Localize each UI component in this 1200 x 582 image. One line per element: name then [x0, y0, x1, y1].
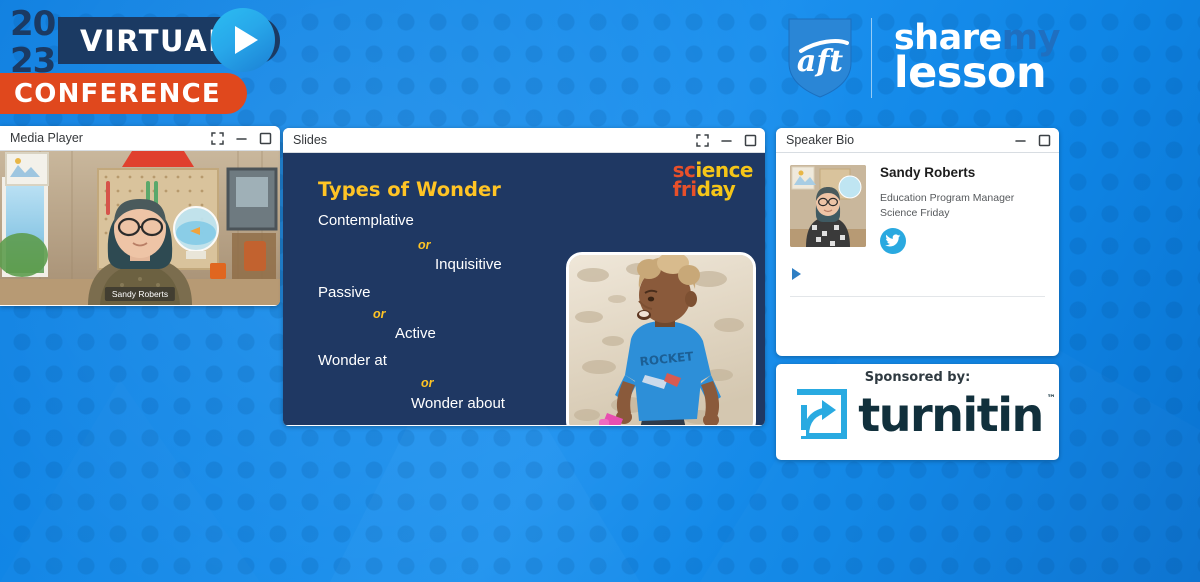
speaker-name: Sandy Roberts	[880, 165, 976, 180]
minimize-icon[interactable]	[235, 132, 248, 145]
slide-canvas[interactable]: Types of Wonder science friday Contempla…	[283, 153, 765, 425]
wonder-type-list: Contemplative or Inquisitive Passive or …	[283, 213, 553, 419]
conference-stage: 20 23 VIRTUAL CONFERENCE aft sharemy les…	[0, 0, 1200, 582]
wonder-right: Active	[395, 325, 436, 342]
play-icon[interactable]	[792, 268, 801, 280]
play-triangle-shape	[235, 26, 258, 54]
slides-title: Slides	[293, 133, 328, 147]
media-player-title: Media Player	[10, 131, 83, 145]
sponsored-by-label: Sponsored by:	[864, 370, 971, 385]
wonder-left: Contemplative	[318, 212, 414, 229]
wonder-conj: or	[421, 376, 434, 390]
conference-pill: CONFERENCE	[0, 73, 247, 114]
slides-titlebar: Slides	[283, 128, 765, 153]
turnitin-arrow-icon	[797, 389, 848, 439]
minimize-icon[interactable]	[1014, 134, 1027, 147]
trademark-symbol: ™	[1046, 394, 1056, 404]
child-on-sand-photo: ROCKET	[566, 252, 756, 425]
sf-day: day	[696, 177, 736, 201]
speaker-bio-title: Speaker Bio	[786, 133, 855, 147]
speaker-bio-panel: Speaker Bio Sandy Roberts Education Prog…	[776, 128, 1059, 356]
wonder-left: Passive	[318, 284, 371, 301]
speaker-bio-divider	[790, 296, 1045, 297]
conference-label: CONFERENCE	[14, 78, 221, 109]
speaker-avatar	[790, 165, 866, 247]
turnitin-text: turnitin	[858, 388, 1044, 442]
media-player-panel: Media Player Sandy Roberts	[0, 126, 280, 306]
speaker-bio-window-controls	[1014, 134, 1051, 147]
slides-window-controls	[696, 133, 757, 147]
minimize-icon[interactable]	[720, 134, 733, 147]
slide-heading: Types of Wonder	[318, 178, 501, 201]
share-my-lesson-logo: sharemy lesson	[893, 21, 1061, 99]
wonder-pair: Passive or Active	[283, 285, 553, 353]
speaker-bio-titlebar: Speaker Bio	[776, 128, 1059, 153]
fullscreen-icon[interactable]	[211, 131, 224, 145]
video-name-label: Sandy Roberts	[104, 287, 176, 301]
header-banner: 20 23 VIRTUAL CONFERENCE aft sharemy les…	[0, 0, 1200, 118]
sf-fri: fri	[672, 177, 697, 201]
maximize-icon[interactable]	[1038, 134, 1051, 147]
sponsor-panel: Sponsored by: turnitin ™	[776, 364, 1059, 460]
speaker-bio-text: Sandy Roberts Education Program Manager …	[880, 165, 1015, 255]
media-player-titlebar: Media Player	[0, 126, 280, 151]
speaker-organization: Science Friday	[880, 207, 950, 220]
wonder-left: Wonder at	[318, 352, 387, 369]
virtual-label: VIRTUAL	[80, 23, 229, 58]
fullscreen-icon[interactable]	[696, 133, 709, 147]
twitter-icon[interactable]	[880, 228, 906, 255]
maximize-icon[interactable]	[259, 132, 272, 145]
media-player-video[interactable]: Sandy Roberts	[0, 151, 280, 305]
turnitin-wordmark: turnitin ™	[858, 388, 1055, 442]
aft-logo: aft	[785, 17, 855, 99]
science-friday-logo: science friday	[672, 160, 754, 201]
slides-panel: Slides Types of Wonder science friday Co…	[283, 128, 765, 426]
science-friday-line2: friday	[672, 177, 753, 201]
play-icon	[211, 8, 275, 72]
speaker-role: Education Program Manager	[880, 192, 1015, 204]
wonder-conj: or	[418, 238, 431, 252]
brand-lockup: aft sharemy lesson	[785, 10, 1061, 106]
turnitin-logo: turnitin ™	[792, 386, 1056, 444]
speaker-bio-body: Sandy Roberts Education Program Manager …	[776, 153, 1059, 255]
wonder-pair: Wonder at or Wonder about	[283, 353, 553, 419]
maximize-icon[interactable]	[744, 134, 757, 147]
media-player-window-controls	[211, 131, 272, 145]
wonder-right: Wonder about	[411, 395, 505, 412]
lesson-word: lesson	[893, 48, 1047, 99]
brand-divider	[870, 18, 872, 98]
wonder-conj: or	[373, 307, 386, 321]
wonder-right: Inquisitive	[435, 256, 502, 273]
wonder-pair: Contemplative or Inquisitive	[283, 213, 553, 285]
